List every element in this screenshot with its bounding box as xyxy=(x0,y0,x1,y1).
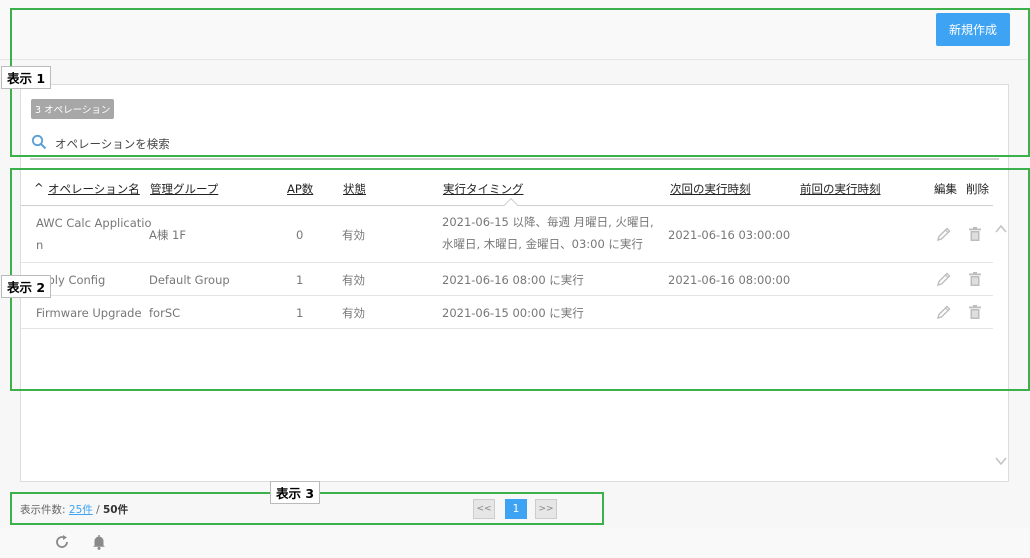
chevron-down-icon[interactable] xyxy=(993,453,1009,467)
bell-icon[interactable] xyxy=(90,533,108,551)
refresh-icon[interactable] xyxy=(53,533,71,551)
annotation-label-1: 表示 1 xyxy=(1,66,52,89)
annotation-box-1 xyxy=(10,8,1030,157)
annotation-box-2 xyxy=(10,168,1030,391)
bottom-toolbar xyxy=(0,528,1030,558)
annotation-label-2: 表示 2 xyxy=(1,275,52,298)
annotation-label-3: 表示 3 xyxy=(270,481,321,504)
search-divider xyxy=(30,158,999,160)
